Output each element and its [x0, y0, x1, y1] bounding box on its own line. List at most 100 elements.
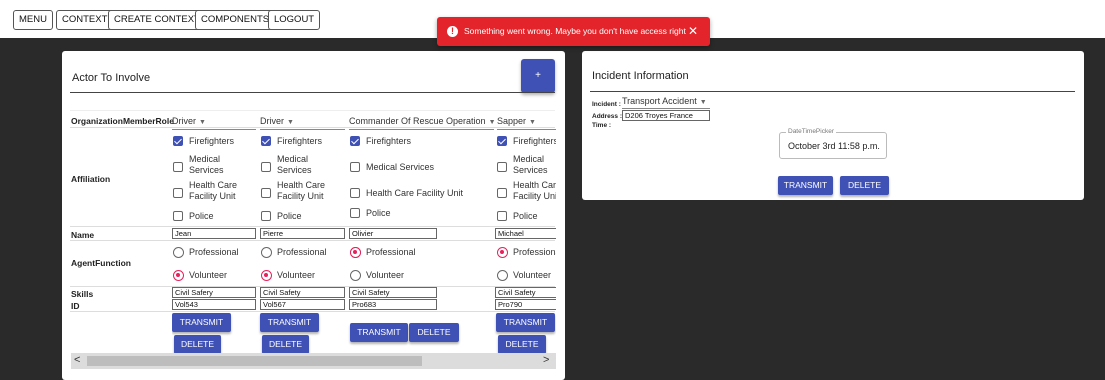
firefighters-checkbox[interactable] — [497, 136, 507, 146]
id-input[interactable]: Pro790 — [495, 299, 556, 310]
role-select[interactable]: Commander Of Rescue Operation ▼ — [349, 116, 496, 126]
name-input[interactable]: Olivier — [349, 228, 437, 239]
professional-radio-selected[interactable] — [350, 247, 361, 258]
police-checkbox[interactable] — [261, 211, 271, 221]
role-select-value: Driver — [172, 116, 196, 126]
role-select[interactable]: Sapper ▼ — [497, 116, 536, 126]
police-checkbox[interactable] — [497, 211, 507, 221]
firefighters-checkbox[interactable] — [350, 136, 360, 146]
time-label: Time : — [592, 122, 612, 129]
affiliation-option-label: Health Care Facility Unit — [366, 188, 464, 198]
health-care-checkbox[interactable] — [261, 188, 271, 198]
address-input[interactable]: D206 Troyes France — [622, 110, 710, 121]
incident-label: Incident : — [592, 101, 621, 108]
role-select-value: Commander Of Rescue Operation — [349, 116, 486, 126]
affiliation-option-label: Health Care Facility Unit — [513, 180, 556, 201]
incident-select[interactable]: Transport Accident ▼ — [622, 96, 707, 106]
affiliation-option-label: Police — [189, 211, 214, 221]
id-input[interactable]: Vol567 — [260, 299, 345, 310]
transmit-button[interactable]: TRANSMIT — [172, 313, 231, 332]
create-context-button[interactable]: CREATE CONTEXT — [108, 10, 206, 30]
affiliation-option-label: Medical Services — [277, 154, 312, 175]
health-care-checkbox[interactable] — [173, 188, 183, 198]
name-input[interactable]: Michael — [495, 228, 556, 239]
name-input[interactable]: Jean — [172, 228, 256, 239]
select-underline — [497, 129, 556, 130]
transmit-button[interactable]: TRANSMIT — [496, 313, 555, 332]
delete-button[interactable]: DELETE — [174, 335, 221, 354]
police-checkbox[interactable] — [173, 211, 183, 221]
skills-input[interactable]: Civil Safety — [349, 287, 437, 298]
datetime-picker-label: DateTimePicker — [786, 128, 836, 135]
id-label: ID — [71, 301, 80, 311]
role-select[interactable]: Driver ▼ — [172, 116, 206, 126]
id-input[interactable]: Pro683 — [349, 299, 437, 310]
actor-card-title: Actor To Involve — [72, 72, 151, 84]
delete-button[interactable]: DELETE — [409, 323, 459, 342]
volunteer-radio[interactable] — [350, 270, 361, 281]
address-label: Address : — [592, 113, 622, 120]
affiliation-option-label: Police — [513, 211, 538, 221]
professional-radio[interactable] — [497, 247, 508, 258]
name-input[interactable]: Pierre — [260, 228, 345, 239]
firefighters-checkbox[interactable] — [261, 136, 271, 146]
title-divider — [70, 92, 555, 93]
incident-select-value: Transport Accident — [622, 96, 697, 106]
role-select[interactable]: Driver ▼ — [260, 116, 294, 126]
menu-button[interactable]: MENU — [13, 10, 53, 30]
incident-transmit-button[interactable]: TRANSMIT — [778, 176, 833, 195]
logout-button[interactable]: LOGOUT — [268, 10, 321, 30]
components-button[interactable]: COMPONENTS — [195, 10, 276, 30]
incident-delete-button[interactable]: DELETE — [840, 176, 889, 195]
datetime-picker[interactable]: October 3rd 11:58 p.m. — [779, 132, 887, 159]
affiliation-option-label: Health Care Facility Unit — [189, 180, 238, 201]
medical-services-checkbox[interactable] — [173, 162, 183, 172]
delete-button[interactable]: DELETE — [262, 335, 309, 354]
transmit-button[interactable]: TRANSMIT — [260, 313, 319, 332]
function-option-label: Professional — [513, 247, 556, 257]
chevron-down-icon: ▼ — [699, 99, 707, 106]
medical-services-checkbox[interactable] — [261, 162, 271, 172]
affiliation-option-label: Police — [277, 211, 302, 221]
affiliation-option-label: Firefighters — [513, 136, 556, 146]
add-actor-button[interactable]: + — [521, 59, 555, 93]
function-option-label: Professional — [366, 247, 416, 257]
skills-input[interactable]: Civil Safery — [172, 287, 256, 298]
context-button[interactable]: CONTEXT — [56, 10, 114, 30]
datetime-value: October 3rd 11:58 p.m. — [788, 141, 880, 151]
medical-services-checkbox[interactable] — [497, 162, 507, 172]
skills-label: Skills — [71, 289, 94, 299]
incident-card: Incident Information Incident : Transpor… — [582, 51, 1084, 200]
select-underline — [260, 129, 345, 130]
scroll-left-icon[interactable]: < — [74, 354, 80, 366]
affiliation-option-label: Firefighters — [189, 136, 235, 146]
professional-radio[interactable] — [173, 247, 184, 258]
scrollbar-thumb[interactable] — [87, 356, 422, 366]
close-icon[interactable]: ✕ — [688, 17, 698, 46]
scroll-right-icon[interactable]: > — [543, 354, 549, 366]
police-checkbox[interactable] — [350, 208, 360, 218]
medical-services-checkbox[interactable] — [350, 162, 360, 172]
actor-card: Actor To Involve + OrganizationMemberRol… — [62, 51, 565, 380]
select-underline — [622, 108, 710, 109]
skills-input[interactable]: Civil Safety — [495, 287, 556, 298]
actor-columns: Driver ▼ Firefighters Medical Services He… — [172, 107, 556, 357]
skills-input[interactable]: Civil Safety — [260, 287, 345, 298]
health-care-checkbox[interactable] — [497, 188, 507, 198]
title-divider — [590, 91, 1075, 92]
volunteer-radio[interactable] — [173, 270, 184, 281]
error-toast: ! Something went wrong. Maybe you don't … — [437, 17, 710, 46]
id-input[interactable]: Vol543 — [172, 299, 256, 310]
health-care-checkbox[interactable] — [350, 188, 360, 198]
professional-radio[interactable] — [261, 247, 272, 258]
affiliation-option-label: Health Care Facility Unit — [277, 180, 326, 201]
delete-button[interactable]: DELETE — [498, 335, 546, 354]
role-select-value: Driver — [260, 116, 284, 126]
volunteer-radio[interactable] — [261, 270, 272, 281]
agent-function-label: AgentFunction — [71, 258, 131, 268]
firefighters-checkbox[interactable] — [173, 136, 183, 146]
affiliation-option-label: Police — [366, 208, 391, 218]
transmit-button[interactable]: TRANSMIT — [350, 323, 408, 342]
volunteer-radio[interactable] — [497, 270, 508, 281]
function-option-label: Volunteer — [366, 270, 405, 280]
